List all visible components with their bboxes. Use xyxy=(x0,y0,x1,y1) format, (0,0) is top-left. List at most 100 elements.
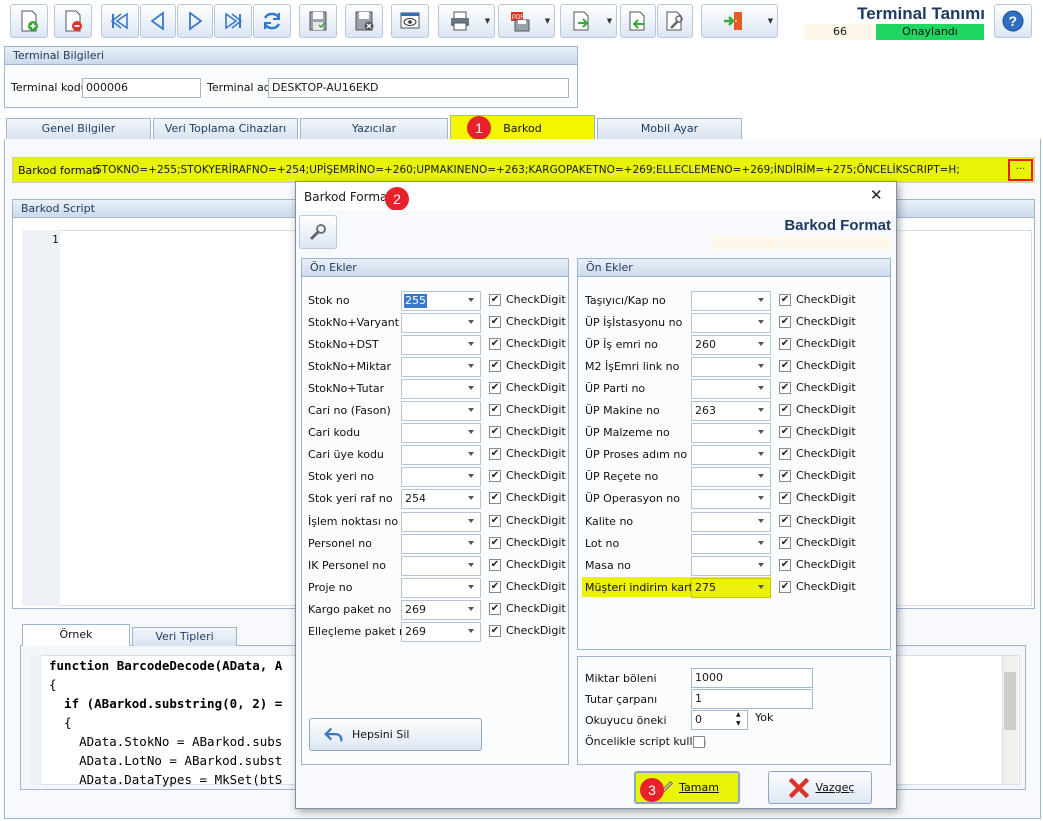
refresh-button[interactable] xyxy=(253,4,291,38)
terminal-code-input[interactable]: 000006 xyxy=(82,78,201,98)
right-row-checkdigit-checkbox[interactable]: ✔ xyxy=(779,448,791,461)
right-row-combo[interactable] xyxy=(691,555,771,576)
left-row-combo[interactable] xyxy=(401,423,481,444)
oncelik-checkbox[interactable] xyxy=(693,736,705,748)
right-row-checkdigit-checkbox[interactable]: ✔ xyxy=(779,536,791,549)
example-scrollbar-thumb[interactable] xyxy=(1004,672,1016,730)
left-row-combo[interactable] xyxy=(401,313,481,334)
left-row-checkdigit-checkbox[interactable]: ✔ xyxy=(489,316,501,329)
right-row-combo[interactable]: 260 xyxy=(691,335,771,356)
right-row-combo[interactable]: 263 xyxy=(691,401,771,422)
left-row-checkdigit-checkbox[interactable]: ✔ xyxy=(489,382,501,395)
right-row-checkdigit-checkbox[interactable]: ✔ xyxy=(779,316,791,329)
left-row-checkdigit-checkbox[interactable]: ✔ xyxy=(489,448,501,461)
left-row-checkdigit-checkbox[interactable]: ✔ xyxy=(489,470,501,483)
right-row-checkdigit-checkbox[interactable]: ✔ xyxy=(779,514,791,527)
left-row-combo[interactable] xyxy=(401,401,481,422)
left-row-combo[interactable]: 269 xyxy=(401,599,481,620)
tab-yazicilar[interactable]: Yazıcılar xyxy=(300,118,448,139)
exit-button[interactable] xyxy=(701,4,765,38)
left-row-checkdigit-checkbox[interactable]: ✔ xyxy=(489,602,501,615)
right-row-combo[interactable] xyxy=(691,511,771,532)
print-button[interactable] xyxy=(438,4,482,38)
left-row-combo[interactable]: 254 xyxy=(401,489,481,510)
import-button[interactable] xyxy=(620,4,656,38)
delete-button[interactable] xyxy=(54,4,92,38)
dialog-settings-button[interactable] xyxy=(299,215,337,249)
right-row-combo[interactable] xyxy=(691,533,771,554)
right-row-checkdigit-checkbox[interactable]: ✔ xyxy=(779,404,791,417)
miktar-input[interactable]: 1000 xyxy=(691,668,813,688)
tutar-input[interactable]: 1 xyxy=(691,689,813,709)
left-row-checkdigit-checkbox[interactable]: ✔ xyxy=(489,404,501,417)
left-row-combo[interactable] xyxy=(401,555,481,576)
clear-all-button[interactable]: Hepsini Sil xyxy=(309,718,482,751)
cancel-button[interactable]: Vazgeç xyxy=(768,771,872,804)
right-row-checkdigit-checkbox[interactable]: ✔ xyxy=(779,338,791,351)
left-row-combo[interactable] xyxy=(401,577,481,598)
left-row-checkdigit-checkbox[interactable]: ✔ xyxy=(489,580,501,593)
new-button[interactable] xyxy=(10,4,48,38)
right-row-checkdigit-checkbox[interactable]: ✔ xyxy=(779,360,791,373)
right-row-combo[interactable] xyxy=(691,445,771,466)
left-row-checkdigit-checkbox[interactable]: ✔ xyxy=(489,338,501,351)
left-row-checkdigit-checkbox[interactable]: ✔ xyxy=(489,294,501,306)
right-row-checkdigit-checkbox[interactable]: ✔ xyxy=(779,382,791,395)
right-row-combo[interactable] xyxy=(691,357,771,378)
save-button[interactable] xyxy=(299,4,337,38)
tab-ornek[interactable]: Örnek xyxy=(22,624,130,646)
export-dropdown[interactable]: ▼ xyxy=(603,4,617,38)
left-row-combo[interactable] xyxy=(401,467,481,488)
export-button[interactable] xyxy=(560,4,604,38)
exit-dropdown[interactable]: ▼ xyxy=(764,4,778,38)
right-row-combo[interactable] xyxy=(691,291,771,311)
tab-mobil-ayar[interactable]: Mobil Ayar xyxy=(597,118,742,139)
left-row-combo[interactable] xyxy=(401,511,481,532)
print-dropdown[interactable]: ▼ xyxy=(481,4,495,38)
left-row-checkdigit-checkbox[interactable]: ✔ xyxy=(489,426,501,439)
left-row-checkdigit-checkbox[interactable]: ✔ xyxy=(489,624,501,637)
right-row-combo[interactable] xyxy=(691,423,771,444)
left-row-checkdigit-checkbox[interactable]: ✔ xyxy=(489,558,501,571)
okuyucu-spinner-up[interactable]: ▲ xyxy=(736,712,741,718)
right-row-combo[interactable] xyxy=(691,489,771,510)
barcode-format-ellipsis-button[interactable]: ... xyxy=(1008,159,1033,181)
left-row-combo[interactable] xyxy=(401,445,481,466)
settings-button[interactable] xyxy=(657,4,693,38)
okuyucu-spinner-down[interactable]: ▼ xyxy=(736,721,741,727)
help-button[interactable]: ? xyxy=(994,4,1032,38)
left-row-combo[interactable] xyxy=(401,533,481,554)
right-row-checkdigit-checkbox[interactable]: ✔ xyxy=(779,294,791,306)
pdf-button[interactable]: PDF xyxy=(498,4,542,38)
right-row-combo[interactable] xyxy=(691,379,771,400)
left-row-combo[interactable]: 269 xyxy=(401,621,481,642)
save-cancel-button[interactable] xyxy=(345,4,383,38)
left-row-combo[interactable] xyxy=(401,379,481,400)
left-row-checkdigit-checkbox[interactable]: ✔ xyxy=(489,514,501,527)
right-row-checkdigit-checkbox[interactable]: ✔ xyxy=(779,426,791,439)
left-row-checkdigit-checkbox[interactable]: ✔ xyxy=(489,536,501,549)
right-row-checkdigit-checkbox[interactable]: ✔ xyxy=(779,470,791,483)
left-row-checkdigit-checkbox[interactable]: ✔ xyxy=(489,492,501,505)
barcode-format-input[interactable]: STOKNO=+255;STOKYERİRAFNO=+254;UPİŞEMRİN… xyxy=(95,160,1005,180)
right-row-combo[interactable] xyxy=(691,313,771,334)
right-row-checkdigit-checkbox[interactable]: ✔ xyxy=(779,492,791,505)
right-row-checkdigit-checkbox[interactable]: ✔ xyxy=(779,580,791,593)
right-row-combo[interactable] xyxy=(691,467,771,488)
next-record-button[interactable] xyxy=(177,4,213,38)
tab-veri-toplama[interactable]: Veri Toplama Cihazları xyxy=(153,118,298,139)
left-row-combo[interactable] xyxy=(401,335,481,356)
previous-record-button[interactable] xyxy=(140,4,176,38)
terminal-name-input[interactable]: DESKTOP-AU16EKD xyxy=(268,78,569,98)
left-row-checkdigit-checkbox[interactable]: ✔ xyxy=(489,360,501,373)
right-row-combo[interactable]: 275 xyxy=(691,577,771,598)
right-row-checkdigit-checkbox[interactable]: ✔ xyxy=(779,558,791,571)
tab-genel-bilgiler[interactable]: Genel Bilgiler xyxy=(6,118,151,139)
pdf-dropdown[interactable]: ▼ xyxy=(541,4,555,38)
left-row-combo[interactable]: 255 xyxy=(401,291,481,311)
first-record-button[interactable] xyxy=(101,4,139,38)
last-record-button[interactable] xyxy=(214,4,252,38)
tab-veri-tipleri[interactable]: Veri Tipleri xyxy=(132,627,237,646)
left-row-combo[interactable] xyxy=(401,357,481,378)
preview-button[interactable] xyxy=(391,4,429,38)
